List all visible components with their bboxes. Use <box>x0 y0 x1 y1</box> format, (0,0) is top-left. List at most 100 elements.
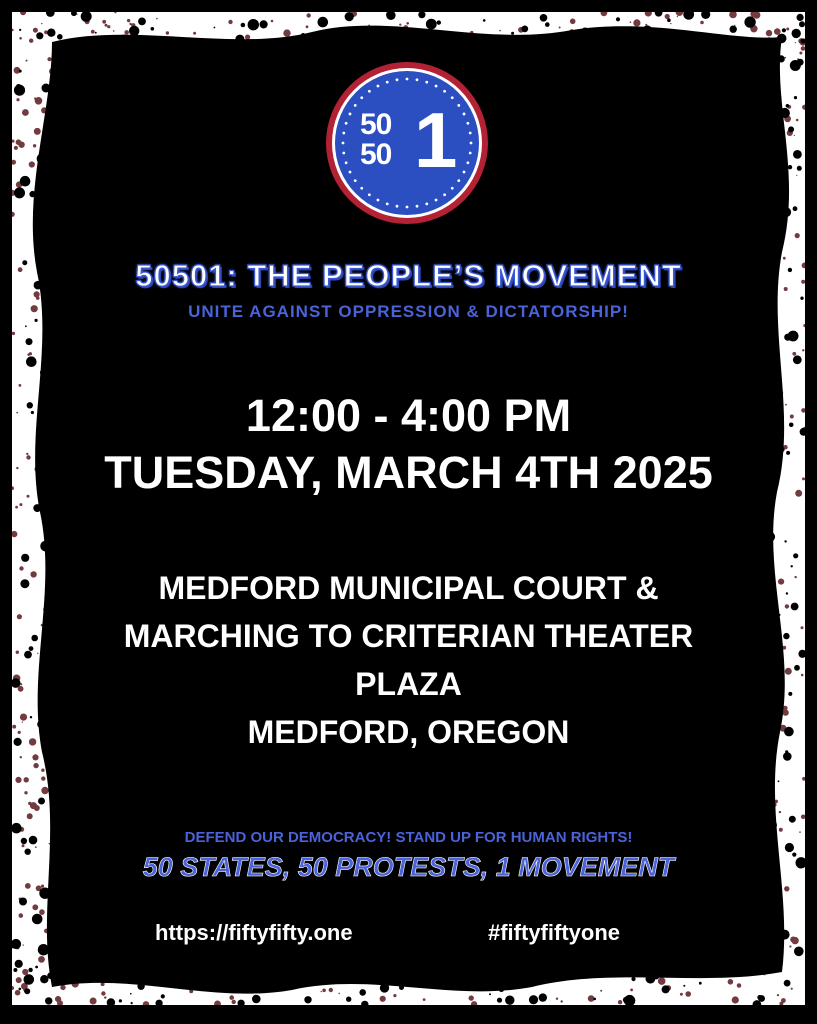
red-speck <box>670 22 672 25</box>
ink-speck <box>647 43 654 50</box>
ink-speck <box>19 897 27 906</box>
logo-dot <box>415 204 419 208</box>
ink-speck <box>665 967 668 970</box>
ink-speck <box>67 186 74 193</box>
ink-speck <box>631 976 636 982</box>
logo-dot <box>405 205 409 209</box>
ink-speck <box>231 67 240 76</box>
ink-speck <box>379 983 390 993</box>
ink-speck <box>28 967 33 973</box>
red-speck <box>33 762 39 769</box>
red-speck <box>107 25 111 29</box>
ink-speck <box>183 971 192 980</box>
ink-speck <box>759 199 765 206</box>
ink-speck <box>149 36 153 40</box>
red-speck <box>35 296 40 300</box>
ink-speck <box>527 971 540 983</box>
red-speck <box>32 754 39 761</box>
ink-speck <box>521 25 529 33</box>
red-speck <box>776 994 780 997</box>
red-speck <box>124 30 129 35</box>
ink-speck <box>418 12 426 19</box>
ink-speck <box>758 995 765 1002</box>
ink-speck <box>276 962 280 966</box>
ink-speck <box>247 19 259 31</box>
ink-speck <box>523 972 529 978</box>
ink-speck <box>94 31 97 34</box>
ink-speck <box>465 961 476 971</box>
red-speck <box>231 999 236 1005</box>
red-speck <box>41 776 46 781</box>
red-speck <box>633 19 641 27</box>
ink-speck <box>90 61 99 70</box>
red-speck <box>600 12 608 17</box>
ink-speck <box>779 107 790 119</box>
ink-speck <box>688 53 697 63</box>
logo-dot <box>348 170 352 174</box>
logo-dot <box>434 198 438 202</box>
ink-speck <box>746 226 754 234</box>
ink-speck <box>709 46 718 55</box>
headline: 50501: THE PEOPLE’S MOVEMENT <box>135 257 682 293</box>
ink-speck <box>421 981 425 984</box>
ink-speck <box>148 959 151 961</box>
ink-speck <box>252 994 261 1004</box>
ink-speck <box>779 929 790 940</box>
red-speck <box>793 134 795 137</box>
ink-speck <box>304 996 312 1004</box>
red-speck <box>792 351 797 356</box>
ink-speck <box>307 944 319 957</box>
ink-speck <box>313 49 323 60</box>
ink-speck <box>783 752 792 761</box>
ink-speck <box>560 972 567 980</box>
ink-speck <box>68 75 73 81</box>
ink-speck <box>120 34 128 43</box>
red-speck <box>802 349 805 352</box>
red-speck <box>305 25 309 29</box>
red-speck <box>470 1001 478 1005</box>
ink-speck <box>14 187 25 199</box>
ink-speck <box>565 61 570 66</box>
red-speck <box>18 384 22 387</box>
ink-speck <box>138 17 146 26</box>
logo-dot <box>348 112 352 116</box>
hashtag: #fiftyfiftyone <box>488 920 620 945</box>
logo-dot <box>415 78 419 82</box>
logo-dot <box>344 161 348 165</box>
red-speck <box>41 22 43 25</box>
ink-speck <box>199 48 208 56</box>
red-speck <box>165 31 170 35</box>
red-speck <box>214 1000 221 1005</box>
logo-dot <box>376 84 380 88</box>
ink-speck <box>774 946 779 951</box>
ink-speck <box>397 44 403 50</box>
logo-dot <box>367 193 371 197</box>
ink-speck <box>627 64 634 71</box>
red-speck <box>104 23 108 27</box>
ink-speck <box>40 157 44 161</box>
ink-speck <box>779 155 787 163</box>
ink-speck <box>794 946 804 957</box>
ink-speck <box>381 956 390 964</box>
ink-speck <box>66 533 74 540</box>
red-speck <box>802 104 805 110</box>
ink-speck <box>61 131 65 136</box>
website-link[interactable]: https://fiftyfifty.one <box>155 920 353 946</box>
logo-1-text: 1 <box>414 96 458 184</box>
red-speck <box>28 352 32 356</box>
ink-speck <box>264 40 273 49</box>
red-speck <box>685 991 691 997</box>
ink-speck <box>787 165 793 170</box>
ink-speck <box>375 53 387 65</box>
red-speck <box>15 505 18 509</box>
ink-speck <box>26 356 37 368</box>
ink-speck <box>654 12 663 17</box>
ink-speck <box>39 370 45 375</box>
red-speck <box>55 996 62 1003</box>
red-speck <box>32 904 39 911</box>
ink-speck <box>303 53 311 61</box>
ink-speck <box>615 17 621 22</box>
ink-speck <box>791 28 801 39</box>
ink-speck <box>346 996 352 1002</box>
logo-dot <box>425 202 429 206</box>
